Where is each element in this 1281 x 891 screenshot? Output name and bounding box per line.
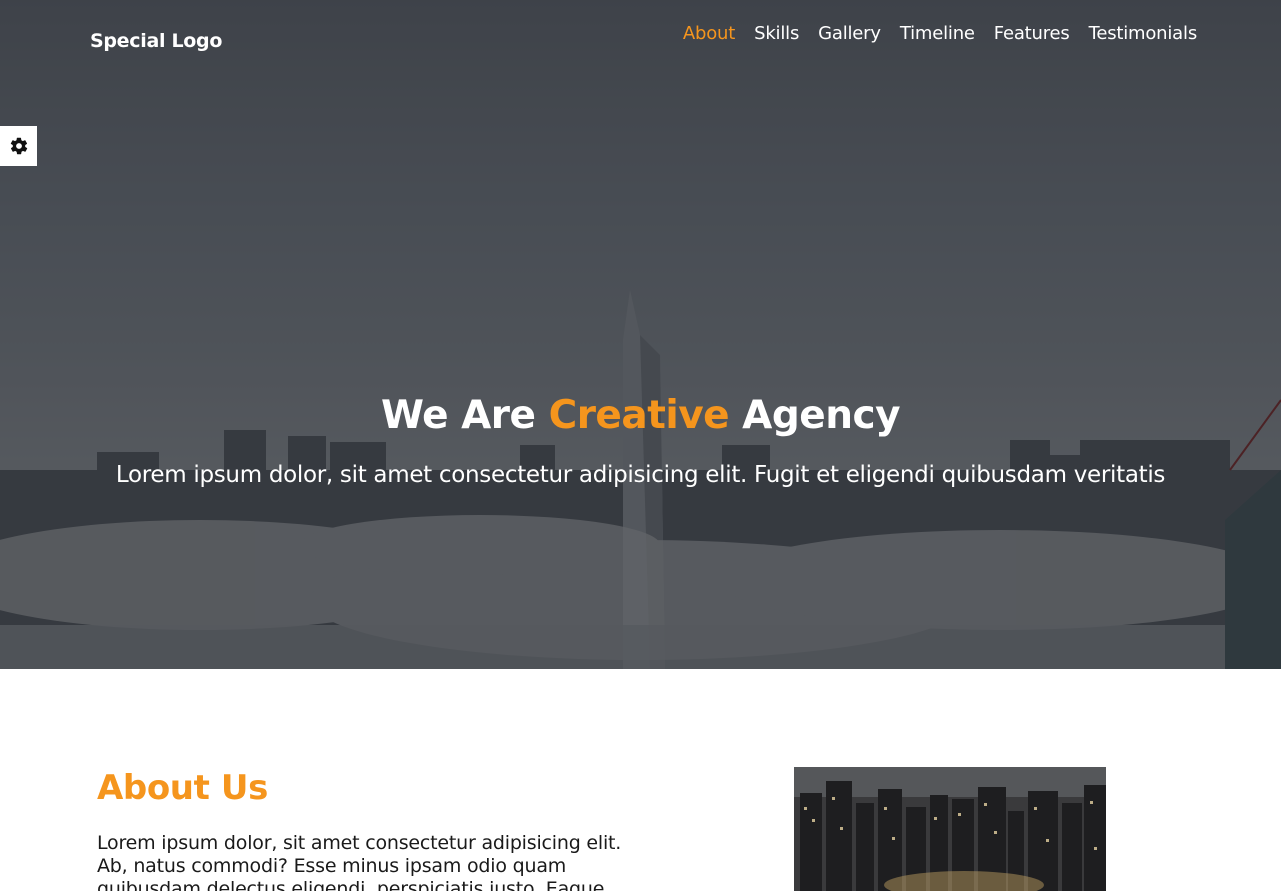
about-text: Lorem ipsum dolor, sit amet consectetur … xyxy=(97,832,622,891)
hero-overlay xyxy=(0,0,1281,669)
nav-link-timeline[interactable]: Timeline xyxy=(900,23,975,44)
nav-link-skills[interactable]: Skills xyxy=(754,23,799,44)
nav-link-gallery[interactable]: Gallery xyxy=(818,23,881,44)
hero-subtitle: Lorem ipsum dolor, sit amet consectetur … xyxy=(115,462,1166,488)
hero-title-accent: Creative xyxy=(548,393,730,438)
site-logo[interactable]: Special Logo xyxy=(90,30,222,52)
nav-link-testimonials[interactable]: Testimonials xyxy=(1089,23,1198,44)
gear-icon xyxy=(10,137,27,155)
hero-title: We Are Creative Agency xyxy=(0,393,1281,438)
hero-title-before: We Are xyxy=(380,393,549,438)
nav-link-features[interactable]: Features xyxy=(994,23,1070,44)
hero-title-after: Agency xyxy=(729,393,901,438)
about-city-image xyxy=(794,767,1106,891)
settings-toggle-button[interactable] xyxy=(0,126,37,166)
city-night-illustration xyxy=(794,767,1106,891)
nav-link-about[interactable]: About xyxy=(683,23,735,44)
about-heading: About Us xyxy=(97,768,268,808)
main-nav: About Skills Gallery Timeline Features T… xyxy=(664,23,1197,44)
landing-page: Special Logo About Skills Gallery Timeli… xyxy=(0,0,1281,891)
hero-section: Special Logo About Skills Gallery Timeli… xyxy=(0,0,1281,669)
